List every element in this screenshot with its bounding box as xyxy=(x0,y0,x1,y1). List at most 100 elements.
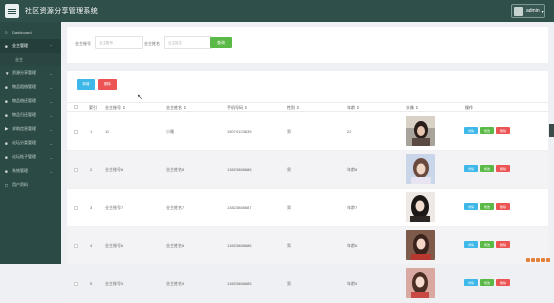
sidebar-item-system[interactable]: ■系统管理⌄ xyxy=(0,164,61,178)
remove-button[interactable]: 删除 xyxy=(496,165,510,172)
view-button[interactable]: 详情 xyxy=(464,241,478,248)
mouse-cursor-icon: ↖ xyxy=(137,93,143,101)
avatar-photo[interactable] xyxy=(406,230,435,260)
side-scroll-handle[interactable] xyxy=(549,124,554,137)
tray-icon[interactable] xyxy=(541,258,545,262)
header-actions: 操作 xyxy=(465,105,473,111)
chevron-down-icon: ⌄ xyxy=(50,127,53,132)
name-search-input[interactable]: 业主姓名 xyxy=(164,36,212,49)
sidebar-item-rent[interactable]: ■物品租借管理⌄ xyxy=(0,80,61,94)
edit-button[interactable]: 修改 xyxy=(480,165,494,172)
sidebar-item-borrow[interactable]: ■物品借还管理⌄ xyxy=(0,94,61,108)
sidebar-item-return[interactable]: ■物品归还管理⌄ xyxy=(0,108,61,122)
menu-toggle-icon[interactable] xyxy=(5,4,19,18)
view-button[interactable]: 详情 xyxy=(464,165,478,172)
remove-button[interactable]: 删除 xyxy=(496,203,510,210)
delete-button[interactable]: 删除 xyxy=(98,79,117,90)
cell-account: 业主账号7 xyxy=(105,205,123,211)
cell-index: 2 xyxy=(90,167,92,172)
add-button[interactable]: 新增 xyxy=(77,79,95,90)
avatar-photo[interactable] xyxy=(406,116,435,146)
chevron-down-icon: ⌄ xyxy=(50,85,53,90)
cell-name: 业主姓名5 xyxy=(166,281,184,287)
square-icon: ■ xyxy=(5,44,10,49)
tray-icon[interactable] xyxy=(526,258,530,262)
sidebar-item-profile[interactable]: □用户资料 xyxy=(0,178,61,192)
row-actions: 详情 修改 删除 xyxy=(464,165,510,172)
sidebar-item-label: 论坛分类管理 xyxy=(12,140,36,146)
view-button[interactable]: 详情 xyxy=(464,279,478,286)
sidebar-item-resource[interactable]: ▼资源分享管理⌄ xyxy=(0,66,61,80)
sidebar-item-forum-category[interactable]: ■论坛分类管理⌄ xyxy=(0,136,61,150)
row-checkbox[interactable] xyxy=(74,130,78,134)
tray-icon[interactable] xyxy=(531,258,535,262)
edit-button[interactable]: 修改 xyxy=(480,203,494,210)
cell-phone: 13823888885 xyxy=(227,281,251,286)
select-all-checkbox[interactable] xyxy=(74,105,78,109)
remove-button[interactable]: 删除 xyxy=(496,127,510,134)
cell-account: 业主账号6 xyxy=(105,243,123,249)
cell-index: 5 xyxy=(90,281,92,286)
sidebar-item-owner[interactable]: ■业主管理⌃ xyxy=(0,39,61,53)
header-phone[interactable]: 手机号码 ⇕ xyxy=(227,105,247,111)
avatar-photo[interactable] xyxy=(406,268,435,298)
row-checkbox[interactable] xyxy=(74,244,78,248)
cell-age: 22 xyxy=(347,129,351,134)
row-checkbox[interactable] xyxy=(74,206,78,210)
header-age[interactable]: 年龄 ⇕ xyxy=(347,105,359,111)
chevron-down-icon: ⌄ xyxy=(50,99,53,104)
tray-icons xyxy=(526,258,550,262)
remove-button[interactable]: 删除 xyxy=(496,279,510,286)
caret-down-icon: ▾ xyxy=(542,9,544,14)
header-account[interactable]: 业主账号 ⇕ xyxy=(105,105,125,111)
header-index: 索引 xyxy=(89,105,97,111)
row-actions: 详情 修改 删除 xyxy=(464,127,510,134)
row-checkbox[interactable] xyxy=(74,168,78,172)
header-name[interactable]: 业主姓名 ⇕ xyxy=(166,105,186,111)
cell-age: 年龄5 xyxy=(347,281,357,287)
header-avatar[interactable]: 头像 ⇕ xyxy=(406,105,418,111)
sidebar-item-label: 资源分享管理 xyxy=(12,70,36,76)
top-navbar: 社区资源分享管理系统 admin ▾ xyxy=(0,0,554,22)
cell-name: 业主姓名7 xyxy=(166,205,184,211)
cell-index: 3 xyxy=(90,205,92,210)
search-panel: 业主账号 业主账号 业主姓名 业主姓名 查询 xyxy=(67,27,548,63)
header-gender[interactable]: 性别 ⇕ xyxy=(287,105,299,111)
square-icon: ■ xyxy=(5,141,10,146)
remove-button[interactable]: 删除 xyxy=(496,241,510,248)
sidebar-item-label: 论坛帖子管理 xyxy=(12,154,36,160)
sidebar-item-label: 用户资料 xyxy=(12,182,28,188)
tray-icon[interactable] xyxy=(546,258,550,262)
row-checkbox[interactable] xyxy=(74,282,78,286)
cell-phone: 15074123639 xyxy=(227,129,251,134)
sidebar-item-label: 求助信息管理 xyxy=(12,126,36,132)
edit-button[interactable]: 修改 xyxy=(480,241,494,248)
view-button[interactable]: 详情 xyxy=(464,127,478,134)
avatar-photo[interactable] xyxy=(406,192,435,222)
row-actions: 详情 修改 删除 xyxy=(464,203,510,210)
cell-gender: 男 xyxy=(287,205,291,211)
edit-button[interactable]: 修改 xyxy=(480,127,494,134)
cell-phone: 13823888886 xyxy=(227,243,251,248)
sidebar-item-forum-posts[interactable]: ■论坛帖子管理⌄ xyxy=(0,150,61,164)
cell-name: 小雅 xyxy=(166,129,174,135)
sidebar-item-help[interactable]: ▶求助信息管理⌄ xyxy=(0,122,61,136)
edit-button[interactable]: 修改 xyxy=(480,279,494,286)
square-icon: ■ xyxy=(5,113,10,118)
avatar-photo[interactable] xyxy=(406,154,435,184)
sidebar-item-label: Dashboard xyxy=(12,30,32,35)
user-menu-button[interactable]: admin ▾ xyxy=(511,4,545,18)
sidebar-item-dashboard[interactable]: ○Dashboard xyxy=(0,25,61,39)
account-search-input[interactable]: 业主账号 xyxy=(95,36,143,49)
table-row: 1 11 小雅 15074123639 男 22 详情 修改 删除 xyxy=(67,113,548,151)
view-button[interactable]: 详情 xyxy=(464,203,478,210)
chevron-down-icon: ⌄ xyxy=(50,169,53,174)
table-panel: 新增 删除 ↖ 索引 业主账号 ⇕ 业主姓名 ⇕ 手机号码 ⇕ 性别 ⇕ 年龄 … xyxy=(67,71,548,264)
cell-index: 1 xyxy=(90,129,92,134)
search-button[interactable]: 查询 xyxy=(210,37,232,48)
sidebar-subitem-owner[interactable]: 业主 xyxy=(0,53,61,66)
table-row: 3 业主账号7 业主姓名7 13823888887 男 年龄7 详情 修改 删除 xyxy=(67,189,548,227)
table-row: 5 业主账号5 业主姓名5 13823888885 男 年龄5 详情 修改 删除 xyxy=(67,265,548,303)
tray-icon[interactable] xyxy=(536,258,540,262)
cell-gender: 男 xyxy=(287,129,291,135)
